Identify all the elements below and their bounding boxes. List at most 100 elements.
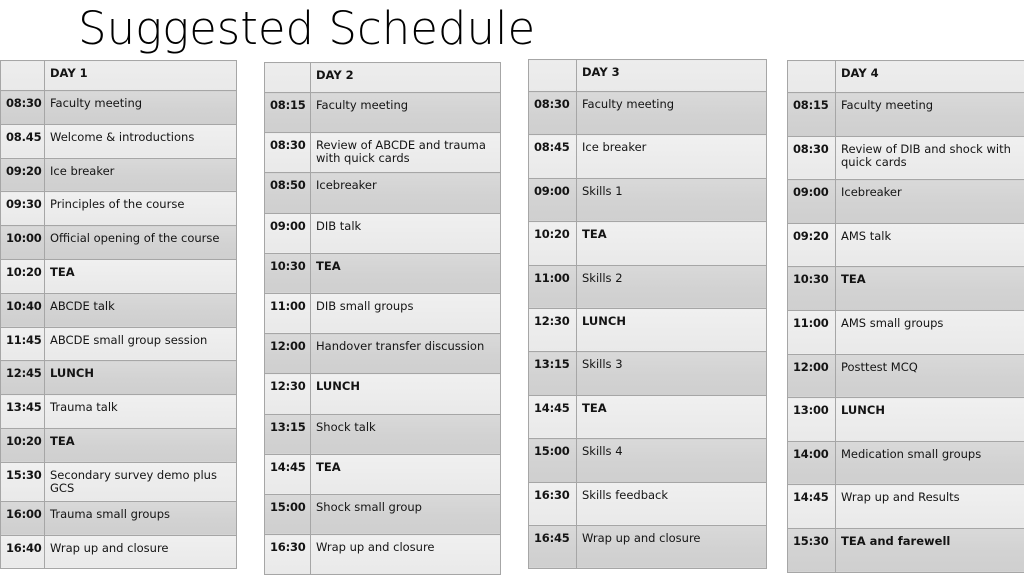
schedule-activity-cell: Trauma talk (44, 394, 237, 429)
header-time-cell (787, 60, 836, 93)
schedule-time-cell: 12:00 (264, 333, 311, 375)
schedule-time-cell: 16:30 (528, 481, 577, 526)
schedule-time-cell: 13:00 (787, 397, 836, 442)
schedule-time-cell: 16:30 (264, 534, 311, 576)
schedule-activity-cell: Welcome & introductions (44, 123, 237, 159)
table-row: 08:30 Review of ABCDE and trauma with qui… (264, 132, 501, 174)
schedule-activity-cell: ABCDE small group session (44, 326, 237, 362)
schedule-activity-cell: LUNCH (576, 307, 767, 353)
schedule-activity-cell: TEA (310, 252, 501, 294)
schedule-time-cell: 08:45 (528, 134, 577, 179)
schedule-time-cell: 10:20 (0, 427, 45, 463)
table-row: 10:20 TEA (528, 221, 767, 266)
slide-canvas: Suggested Schedule DAY 1 08:30 Faculty mee… (0, 0, 1024, 576)
schedule-time-cell: 09:00 (264, 212, 311, 254)
schedule-activity-cell: Wrap up and closure (576, 524, 767, 570)
schedule-time-cell: 13:15 (528, 351, 577, 396)
schedule-time-cell: 12:30 (528, 307, 577, 353)
page-title: Suggested Schedule (78, 2, 536, 55)
table-row: 13:45 Trauma talk (0, 394, 237, 429)
schedule-activity-cell: Skills 3 (576, 351, 767, 396)
schedule-time-cell: 16:45 (528, 524, 577, 570)
table-header-row: DAY 3 (528, 59, 767, 92)
table-row: 08:50 Icebreaker (264, 172, 501, 214)
schedule-activity-cell: Wrap up and closure (44, 534, 237, 570)
table-row: 16:45 Wrap up and closure (528, 524, 767, 570)
schedule-activity-cell: LUNCH (310, 373, 501, 415)
table-row: 10:20 TEA (0, 427, 237, 463)
schedule-body-day-2: DAY 2 08:15 Faculty meeting 08:30 Review of … (264, 62, 501, 576)
schedule-time-cell: 10:20 (0, 258, 45, 294)
table-row: 10:30 TEA (787, 266, 1024, 311)
header-time-cell (0, 60, 45, 91)
table-row: 14:45 TEA (528, 394, 767, 440)
table-row: 13:15 Skills 3 (528, 351, 767, 396)
schedule-body-day-4: DAY 4 08:15 Faculty meeting 08:30 Review of … (787, 60, 1024, 573)
schedule-time-cell: 10:00 (0, 225, 45, 260)
table-row: 13:00 LUNCH (787, 397, 1024, 442)
schedule-activity-cell: TEA and farewell (835, 527, 1024, 573)
schedule-table-day-2: DAY 2 08:15 Faculty meeting 08:30 Review of … (264, 62, 501, 576)
table-row: 12:00 Handover transfer discussion (264, 333, 501, 375)
schedule-activity-cell: Icebreaker (310, 172, 501, 214)
table-row: 09:00 DIB talk (264, 212, 501, 254)
schedule-time-cell: 15:00 (528, 438, 577, 483)
schedule-table-day-1: DAY 1 08:30 Faculty meeting 08.45 Welcome & … (0, 60, 237, 570)
schedule-time-cell: 08:30 (528, 90, 577, 136)
schedule-time-cell: 10:30 (264, 252, 311, 294)
table-row: 08.45 Welcome & introductions (0, 123, 237, 159)
schedule-body-day-1: DAY 1 08:30 Faculty meeting 08.45 Welcome & … (0, 60, 237, 570)
header-time-cell (264, 62, 311, 93)
header-day-label: DAY 3 (576, 59, 767, 92)
schedule-activity-cell: TEA (44, 427, 237, 463)
schedule-time-cell: 11:00 (787, 309, 836, 355)
schedule-activity-cell: Trauma small groups (44, 500, 237, 536)
schedule-time-cell: 09:30 (0, 191, 45, 227)
schedule-table-day-3: DAY 3 08:30 Faculty meeting 08:45 Ice breake… (528, 59, 767, 570)
schedule-time-cell: 10:40 (0, 292, 45, 328)
table-row: 14:00 Medication small groups (787, 440, 1024, 486)
schedule-activity-cell: TEA (44, 258, 237, 294)
schedule-activity-cell: Wrap up and closure (310, 534, 501, 576)
header-time-cell (528, 59, 577, 92)
schedule-time-cell: 12:45 (0, 360, 45, 396)
table-row: 09:30 Principles of the course (0, 191, 237, 227)
schedule-activity-cell: AMS small groups (835, 309, 1024, 355)
schedule-activity-cell: Ice breaker (576, 134, 767, 179)
table-row: 08:30 Review of DIB and shock with quick … (787, 135, 1024, 181)
table-row: 10:00 Official opening of the course (0, 225, 237, 260)
schedule-time-cell: 16:00 (0, 500, 45, 536)
header-day-label: DAY 1 (44, 60, 237, 91)
table-row: 16:00 Trauma small groups (0, 500, 237, 536)
schedule-time-cell: 09:20 (787, 222, 836, 268)
schedule-activity-cell: TEA (576, 221, 767, 266)
table-row: 09:00 Icebreaker (787, 179, 1024, 224)
table-header-row: DAY 2 (264, 62, 501, 93)
table-row: 09:20 Ice breaker (0, 157, 237, 193)
table-row: 10:20 TEA (0, 258, 237, 294)
schedule-activity-cell: LUNCH (835, 397, 1024, 442)
table-row: 10:30 TEA (264, 252, 501, 294)
table-row: 14:45 Wrap up and Results (787, 484, 1024, 529)
table-row: 14:45 TEA (264, 453, 501, 495)
schedule-time-cell: 14:00 (787, 440, 836, 486)
schedule-activity-cell: TEA (835, 266, 1024, 311)
schedule-activity-cell: Faculty meeting (310, 91, 501, 134)
schedule-activity-cell: Icebreaker (835, 179, 1024, 224)
schedule-time-cell: 08:30 (0, 90, 45, 125)
schedule-activity-cell: Wrap up and Results (835, 484, 1024, 529)
schedule-time-cell: 08:30 (264, 132, 311, 174)
schedule-activity-cell: Ice breaker (44, 157, 237, 193)
schedule-activity-cell: Review of DIB and shock with quick cards (835, 135, 1024, 181)
table-row: 11:00 DIB small groups (264, 292, 501, 335)
table-row: 16:40 Wrap up and closure (0, 534, 237, 570)
schedule-time-cell: 14:45 (264, 453, 311, 495)
schedule-activity-cell: ABCDE talk (44, 292, 237, 328)
schedule-activity-cell: Faculty meeting (835, 92, 1024, 137)
table-row: 10:40 ABCDE talk (0, 292, 237, 328)
table-row: 15:00 Shock small group (264, 493, 501, 536)
schedule-activity-cell: Skills 1 (576, 177, 767, 223)
schedule-time-cell: 15:30 (0, 461, 45, 502)
table-row: 13:15 Shock talk (264, 413, 501, 455)
schedule-activity-cell: TEA (576, 394, 767, 440)
